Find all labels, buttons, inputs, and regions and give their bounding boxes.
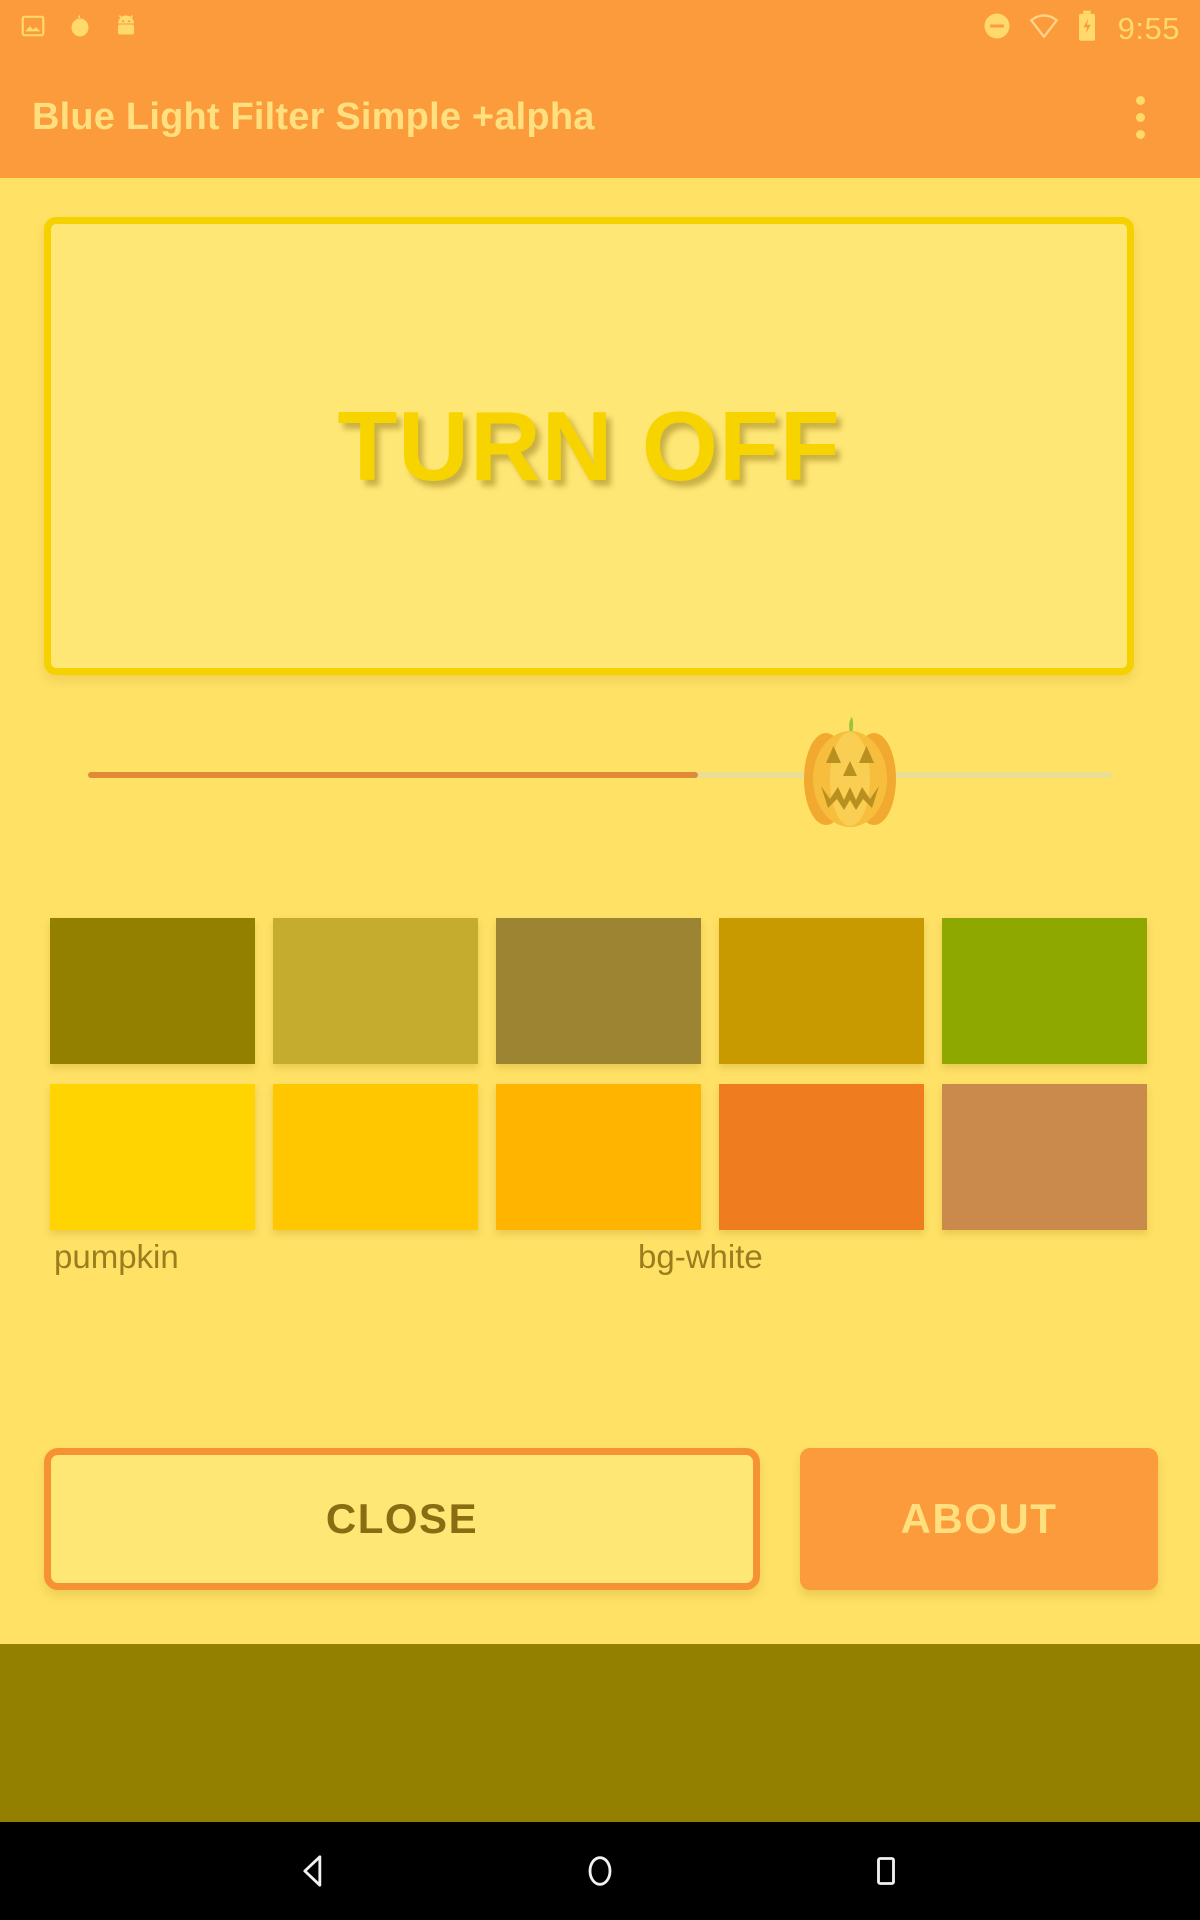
about-button-label: ABOUT	[900, 1495, 1058, 1542]
turn-off-label: TURN OFF	[337, 390, 841, 501]
color-swatch[interactable]	[942, 918, 1147, 1064]
color-swatch[interactable]	[719, 1084, 924, 1230]
close-button-label: CLOSE	[325, 1495, 479, 1542]
color-swatch[interactable]	[942, 1084, 1147, 1230]
jack-o-lantern-icon[interactable]	[797, 715, 903, 831]
android-robot-icon	[114, 13, 138, 44]
app-bar: Blue Light Filter Simple +alpha	[0, 56, 1200, 178]
pumpkin-notification-icon	[68, 13, 92, 44]
overflow-dot	[1135, 95, 1145, 105]
palette-label-row: pumpkin bg-white	[0, 1238, 1200, 1298]
turn-off-button[interactable]: TURN OFF	[44, 217, 1134, 675]
overflow-dot	[1135, 112, 1145, 122]
close-button[interactable]: CLOSE	[44, 1448, 760, 1590]
color-swatch[interactable]	[273, 918, 478, 1064]
color-swatch[interactable]	[50, 1084, 255, 1230]
battery-charging-icon	[1076, 10, 1098, 47]
slider-fill	[88, 772, 698, 778]
color-swatch[interactable]	[273, 1084, 478, 1230]
more-vert-icon[interactable]	[1112, 82, 1168, 152]
image-icon	[20, 13, 46, 44]
palette-label-pumpkin: pumpkin	[54, 1238, 179, 1275]
action-button-row: CLOSE ABOUT	[0, 1440, 1200, 1600]
recents-square-icon[interactable]	[841, 1826, 931, 1916]
color-swatch[interactable]	[50, 918, 255, 1064]
opacity-slider[interactable]	[0, 698, 1200, 858]
overflow-dot	[1135, 129, 1145, 139]
main-content: TURN OFF pumpkin bg-white CLOSE ABOUT	[0, 178, 1200, 1644]
app-title: Blue Light Filter Simple +alpha	[32, 95, 595, 138]
color-swatch-grid	[50, 918, 1150, 1230]
do-not-disturb-icon	[982, 11, 1012, 46]
android-navigation-bar	[0, 1822, 1200, 1920]
status-bar-right-icons: 9:55	[982, 10, 1180, 47]
color-swatch[interactable]	[719, 918, 924, 1064]
app-screen: 9:55 Blue Light Filter Simple +alpha TUR…	[0, 0, 1200, 1920]
wifi-icon	[1028, 12, 1060, 45]
palette-label-bg-white: bg-white	[638, 1238, 763, 1275]
color-swatch[interactable]	[496, 918, 701, 1064]
about-button[interactable]: ABOUT	[800, 1448, 1158, 1590]
back-triangle-icon[interactable]	[269, 1826, 359, 1916]
color-swatch[interactable]	[496, 1084, 701, 1230]
filter-overlay-strip	[0, 1644, 1200, 1822]
status-time: 9:55	[1117, 10, 1180, 46]
home-circle-icon[interactable]	[555, 1826, 645, 1916]
status-bar-left-icons	[20, 13, 138, 44]
status-bar: 9:55	[0, 0, 1200, 56]
